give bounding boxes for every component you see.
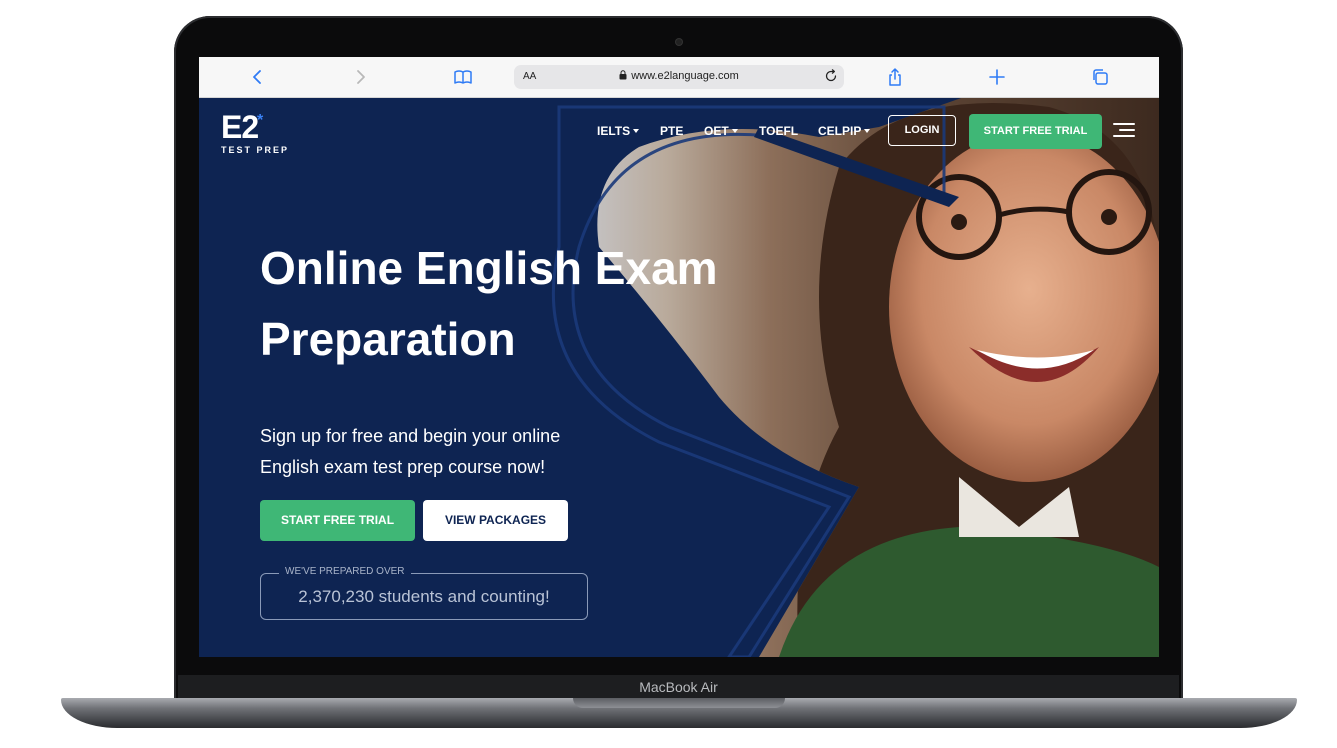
site-logo[interactable]: E2 * TEST PREP [221, 111, 289, 155]
url-display: www.e2language.com [514, 70, 844, 82]
counter-value: 2,370,230 students and counting! [298, 587, 550, 606]
logo-subtitle: TEST PREP [221, 145, 290, 155]
students-counter: WE'VE PREPARED OVER 2,370,230 students a… [260, 566, 588, 620]
camera-dot [676, 39, 682, 45]
bookmarks-book-icon[interactable] [453, 67, 473, 87]
start-free-trial-button[interactable]: START FREE TRIAL [260, 500, 415, 541]
model-label: MacBook Air [639, 679, 718, 695]
caret-down-icon [731, 129, 738, 133]
logo-mark: E2 * [221, 111, 289, 143]
caret-down-icon [864, 129, 871, 133]
address-bar[interactable]: AA www.e2language.com [514, 65, 844, 89]
nav-item-ielts[interactable]: IELTS [597, 124, 640, 138]
reload-icon[interactable] [824, 69, 838, 83]
logo-star: * [257, 112, 263, 129]
view-packages-button[interactable]: VIEW PACKAGES [423, 500, 568, 541]
hero-title-line1: Online English Exam [260, 242, 718, 294]
nav-item-oet[interactable]: OET [704, 124, 738, 138]
back-chevron-icon[interactable] [248, 67, 268, 87]
browser-toolbar: AA www.e2language.com [199, 57, 1159, 98]
hamburger-menu-icon[interactable] [1113, 123, 1135, 137]
nav-item-celpip[interactable]: CELPIP [818, 124, 871, 138]
caret-down-icon [633, 129, 640, 133]
forward-chevron-icon[interactable] [350, 67, 370, 87]
hero-subtitle-line2: English exam test prep course now! [260, 457, 546, 477]
nav-item-toefl[interactable]: TOEFL [759, 124, 798, 138]
login-button[interactable]: LOGIN [888, 115, 956, 146]
counter-label: WE'VE PREPARED OVER [279, 566, 411, 577]
nav-item-pte[interactable]: PTE [660, 124, 683, 138]
lock-icon [619, 70, 627, 80]
laptop-bottom-bezel: MacBook Air [178, 675, 1179, 699]
header-start-trial-button[interactable]: START FREE TRIAL [969, 114, 1102, 149]
hero-title-line2: Preparation [260, 313, 516, 365]
screen: AA www.e2language.com E2 * TEST PREP IEL… [199, 57, 1159, 657]
share-icon[interactable] [885, 67, 905, 87]
url-text: www.e2language.com [631, 70, 739, 82]
new-tab-plus-icon[interactable] [987, 67, 1007, 87]
laptop-base-notch [573, 698, 785, 708]
hero-subtitle: Sign up for free and begin your online E… [260, 421, 590, 483]
webpage: E2 * TEST PREP IELTS PTE OET TOEFL CELPIP… [199, 97, 1159, 657]
hero-subtitle-line1: Sign up for free and begin your online [260, 426, 561, 446]
tabs-overview-icon[interactable] [1090, 67, 1110, 87]
hero-title: Online English Exam Preparation [260, 233, 820, 375]
